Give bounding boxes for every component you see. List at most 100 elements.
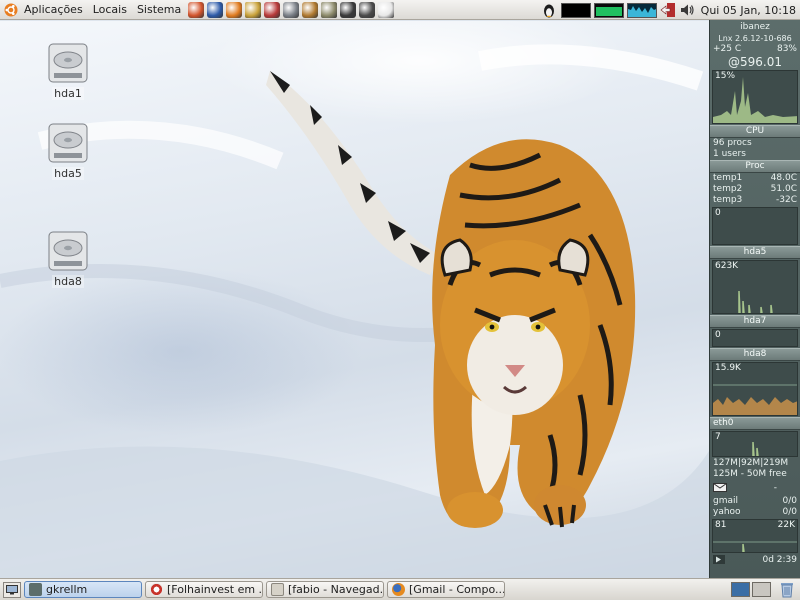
workspace-switcher (731, 582, 771, 597)
gkrellm-temp1-row: temp1 48.0C (710, 173, 800, 184)
gkrellm-eth0-label: eth0 (710, 417, 800, 430)
gkrellm-swap-row: 125M - 50M free (710, 469, 800, 480)
gkrellm-temp-value: 48.0C (770, 173, 797, 183)
notes-icon[interactable] (321, 1, 338, 18)
gkrellm-kernel: Lnx 2.6.12-10-686 (718, 34, 792, 43)
gkrellm-temp3-row: temp3 -32C (710, 195, 800, 206)
firefox-icon (392, 583, 405, 596)
firefox-icon[interactable] (188, 1, 205, 18)
harddisk-icon (48, 43, 88, 83)
cpu-monitor-graph[interactable] (560, 2, 591, 18)
tux-icon[interactable] (541, 2, 557, 18)
wallpaper-tiger (266, 71, 636, 528)
gkrellm-panel[interactable]: ibanez Lnx 2.6.12-10-686 +25 C 83% @596.… (709, 20, 800, 578)
gkrellm-hda8-graph: 0 (712, 329, 798, 347)
desktop-icon-hda8[interactable]: hda8 (38, 229, 98, 288)
show-desktop-button[interactable] (3, 581, 21, 598)
globe-icon[interactable] (207, 1, 224, 18)
task-label: [fabio - Navegad... (288, 583, 384, 596)
harddisk-icon (48, 231, 88, 271)
gkrellm-temp-name: temp1 (713, 173, 743, 183)
gkrellm-hda5-graph: 0 (712, 207, 798, 245)
trash-icon[interactable] (779, 581, 795, 598)
gkrellm-procs: 96 procs (713, 138, 752, 148)
taskbar-button-gmail[interactable]: [Gmail - Compo... (387, 581, 505, 598)
gkrellm-mail-value: 0/0 (782, 496, 797, 506)
exit-icon[interactable] (660, 2, 676, 18)
nautilus-icon[interactable] (359, 1, 376, 18)
memory-monitor-graph[interactable] (593, 2, 624, 18)
mail-separator: - (773, 483, 777, 493)
gkrellm-net-graph: 81 22K (712, 519, 798, 553)
desktop-icon-label: hda5 (52, 167, 84, 180)
gkrellm-mem-line: 127M|92M|219M (713, 458, 789, 468)
gkrellm-hda8-value: 0 (715, 330, 721, 340)
desktop-icon (6, 584, 18, 594)
gkrellm-hda5-label: hda5 (710, 246, 800, 259)
task-label: [Gmail - Compo... (409, 583, 505, 596)
gkrellm-eth0-graph: 15.9K (712, 362, 798, 416)
taskbar-button-gkrellm[interactable]: gkrellm (24, 581, 142, 598)
top-panel: Aplicações Locais Sistema Qui 05 Jan, 10… (0, 0, 800, 20)
mail-envelope-icon[interactable] (713, 483, 727, 496)
gkrellm-hda8-label: hda8 (710, 348, 800, 361)
gkrellm-hda7-label: hda7 (710, 315, 800, 328)
menu-applications[interactable]: Aplicações (19, 0, 88, 20)
ubuntu-logo-icon[interactable] (3, 2, 19, 18)
no-icon[interactable] (264, 1, 281, 18)
gkrellm-swap-line: 125M - 50M free (713, 469, 787, 479)
system-tray: Qui 05 Jan, 10:18 (541, 0, 800, 20)
volume-icon[interactable] (679, 2, 695, 18)
gkrellm-mail-gmail-row[interactable]: gmail 0/0 (710, 496, 800, 507)
gkrellm-cpu-freq: @596.01 (728, 55, 782, 69)
gkrellm-temp: +25 C (713, 44, 742, 54)
gkrellm-sensors-row: +25 C 83% (710, 44, 800, 55)
menu-system[interactable]: Sistema (132, 0, 186, 20)
skype-icon[interactable] (226, 1, 243, 18)
gkrellm-uptime-row: 0d 2:39 (710, 555, 800, 568)
gkrellm-users-row: 1 users (710, 149, 800, 160)
gkrellm-mail-name: yahoo (713, 507, 741, 517)
desktop-icon-label: hda1 (52, 87, 84, 100)
desktop[interactable]: hda1 hda5 hda8 (0, 21, 709, 578)
gkrellm-icon (29, 583, 42, 596)
task-label: [Folhainvest em ... (167, 583, 263, 596)
home-icon[interactable] (302, 1, 319, 18)
gkrellm-mem-row: 127M|92M|219M (710, 458, 800, 469)
bottom-panel: gkrellm [Folhainvest em ... [fabio - Nav… (0, 578, 800, 600)
terminal-icon[interactable] (340, 1, 357, 18)
gkrellm-proc-label: Proc (710, 160, 800, 173)
desktop-icon-label: hda8 (52, 275, 84, 288)
gkrellm-procs-row: 96 procs (710, 138, 800, 149)
gkrellm-cpu-graph: 15% (712, 70, 798, 124)
gkrellm-hda7-graph: 623K (712, 260, 798, 314)
gkrellm-mail-value: 0/0 (782, 507, 797, 517)
taskbar-button-fabio-browser[interactable]: [fabio - Navegad... (266, 581, 384, 598)
taskbar-button-folhainvest[interactable]: [Folhainvest em ... (145, 581, 263, 598)
gkrellm-mail-yahoo-row[interactable]: yahoo 0/0 (710, 507, 800, 518)
clock[interactable]: Qui 05 Jan, 10:18 (695, 4, 800, 17)
gkrellm-mail-name: gmail (713, 496, 738, 506)
menu-places[interactable]: Locais (88, 0, 132, 20)
trophy-icon[interactable] (245, 1, 262, 18)
task-label: gkrellm (46, 583, 88, 596)
gkrellm-hda5-value: 0 (715, 208, 721, 218)
document-icon[interactable] (378, 1, 395, 18)
workspace-2[interactable] (752, 582, 771, 597)
gkrellm-temp2-row: temp2 51.0C (710, 184, 800, 195)
gkrellm-cpu-label: CPU (710, 125, 800, 138)
desktop-icon-hda1[interactable]: hda1 (38, 41, 98, 100)
gkrellm-temp-name: temp2 (713, 184, 743, 194)
harddisk-icon (48, 123, 88, 163)
gkrellm-temp-value: 51.0C (770, 184, 797, 194)
desktop-icon-hda5[interactable]: hda5 (38, 121, 98, 180)
gkrellm-battery: 83% (776, 44, 797, 54)
play-icon[interactable] (713, 555, 725, 568)
gkrellm-temp-name: temp3 (713, 195, 743, 205)
workspace-1[interactable] (731, 582, 750, 597)
network-monitor-graph[interactable] (626, 2, 657, 18)
gkrellm-temp-value: -32C (776, 195, 797, 205)
gkrellm-mail-header: - (710, 483, 800, 496)
camera-icon[interactable] (283, 1, 300, 18)
gkrellm-uptime: 0d 2:39 (762, 555, 797, 565)
